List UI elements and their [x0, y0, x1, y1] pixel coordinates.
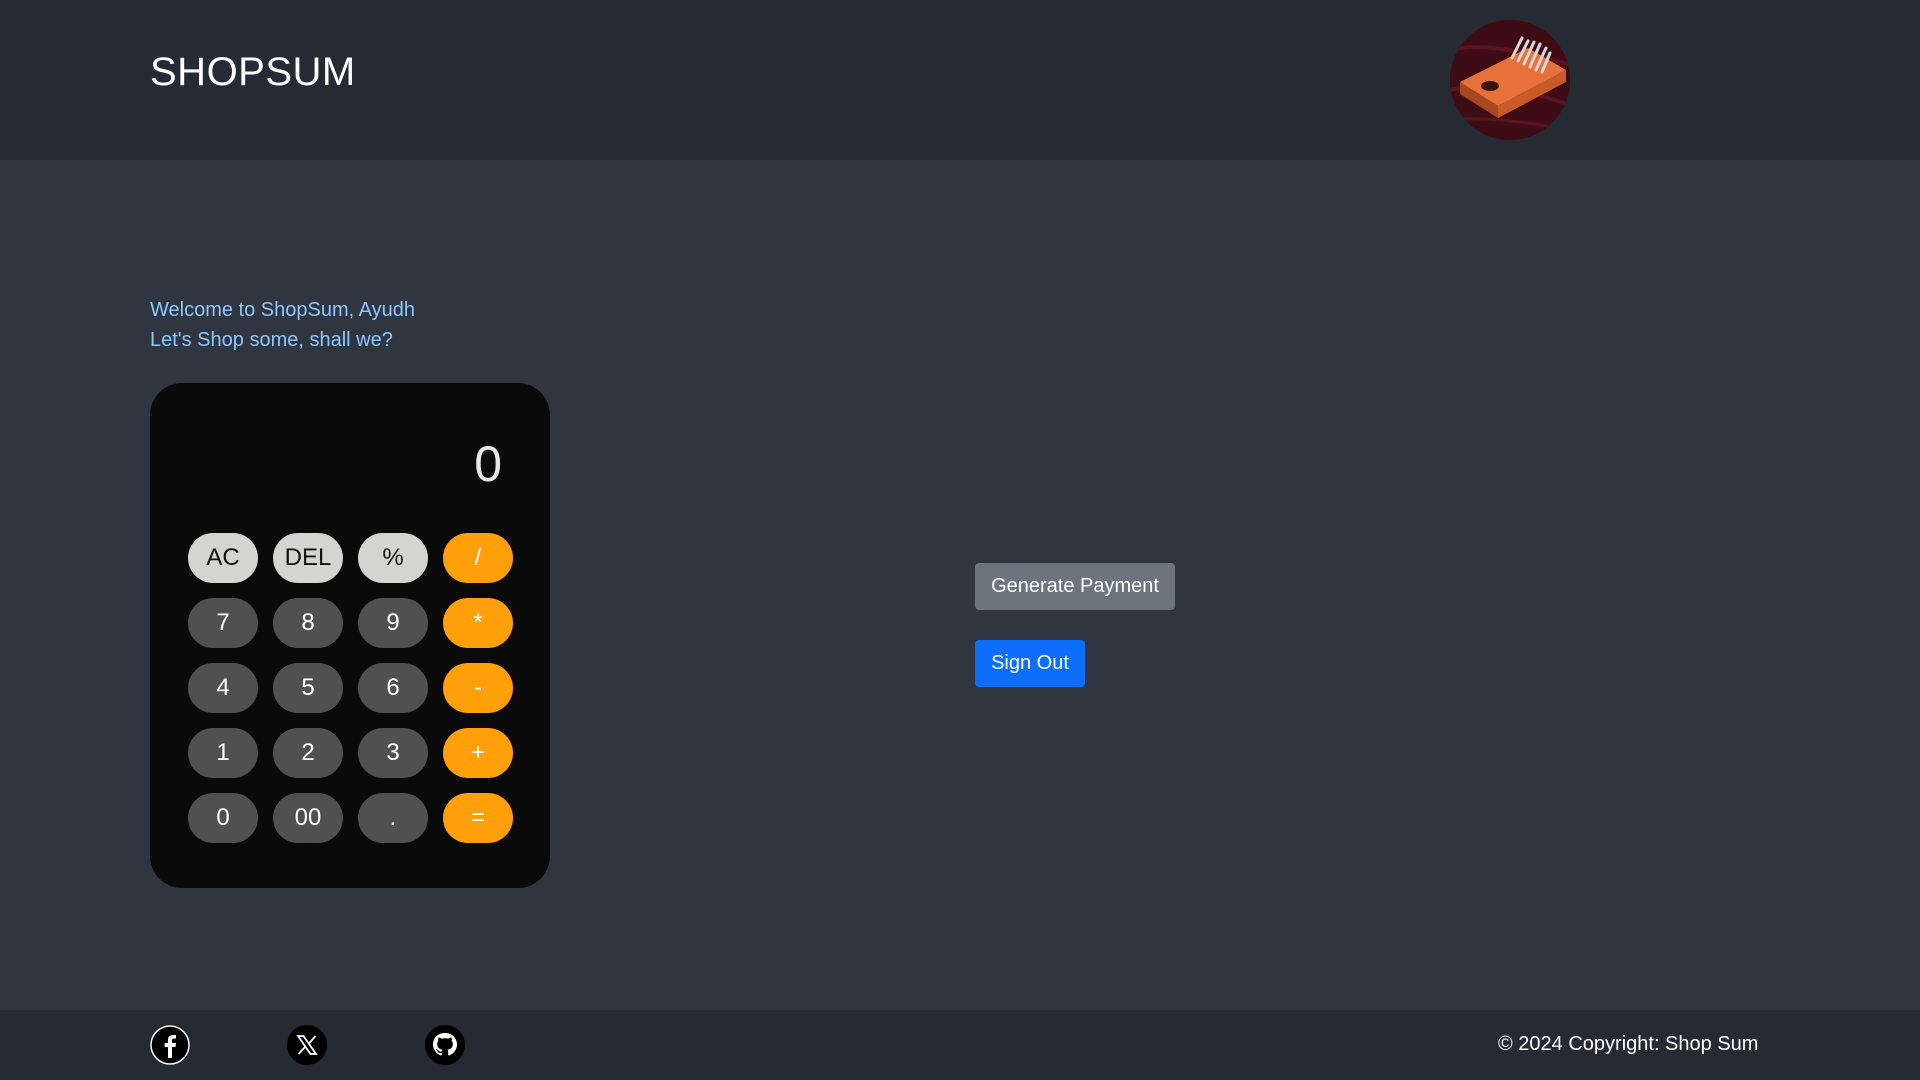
- x-twitter-link[interactable]: [287, 1025, 327, 1065]
- welcome-message: Welcome to ShopSum, Ayudh Let's Shop som…: [150, 295, 415, 355]
- calc-key-percent[interactable]: %: [358, 533, 428, 583]
- header: SHOPSUM: [0, 0, 1920, 160]
- calc-key-equals[interactable]: =: [443, 793, 513, 843]
- calc-key-4[interactable]: 4: [188, 663, 258, 713]
- calc-key-1[interactable]: 1: [188, 728, 258, 778]
- copyright-text: © 2024 Copyright: Shop Sum: [1498, 1033, 1759, 1055]
- welcome-greeting: Welcome to ShopSum, Ayudh: [150, 299, 415, 321]
- calc-key-2[interactable]: 2: [273, 728, 343, 778]
- calculator-display: 0: [474, 436, 502, 492]
- calc-key-add[interactable]: +: [443, 728, 513, 778]
- calc-key-delete[interactable]: DEL: [273, 533, 343, 583]
- calc-key-decimal[interactable]: .: [358, 793, 428, 843]
- avatar[interactable]: [1450, 20, 1570, 140]
- calculator: 0 AC DEL % / 7 8 9 * 4 5 6 - 1 2 3 + 0 0…: [150, 383, 550, 888]
- x-twitter-icon: [287, 1025, 327, 1065]
- calc-key-9[interactable]: 9: [358, 598, 428, 648]
- calc-key-divide[interactable]: /: [443, 533, 513, 583]
- calc-key-subtract[interactable]: -: [443, 663, 513, 713]
- github-icon: [425, 1025, 465, 1065]
- calc-key-6[interactable]: 6: [358, 663, 428, 713]
- calc-key-8[interactable]: 8: [273, 598, 343, 648]
- facebook-icon: [150, 1025, 190, 1065]
- github-link[interactable]: [425, 1025, 465, 1065]
- calc-key-multiply[interactable]: *: [443, 598, 513, 648]
- brand-title[interactable]: SHOPSUM: [150, 50, 356, 95]
- calculator-keypad: AC DEL % / 7 8 9 * 4 5 6 - 1 2 3 + 0 00 …: [188, 533, 513, 843]
- facebook-link[interactable]: [150, 1025, 190, 1065]
- calc-key-7[interactable]: 7: [188, 598, 258, 648]
- welcome-subtitle: Let's Shop some, shall we?: [150, 329, 393, 351]
- calc-key-00[interactable]: 00: [273, 793, 343, 843]
- calc-key-5[interactable]: 5: [273, 663, 343, 713]
- calc-key-3[interactable]: 3: [358, 728, 428, 778]
- kalimba-avatar-icon: [1450, 20, 1570, 140]
- sign-out-button[interactable]: Sign Out: [975, 640, 1085, 687]
- calc-key-clear[interactable]: AC: [188, 533, 258, 583]
- calc-key-0[interactable]: 0: [188, 793, 258, 843]
- generate-payment-button[interactable]: Generate Payment: [975, 563, 1175, 610]
